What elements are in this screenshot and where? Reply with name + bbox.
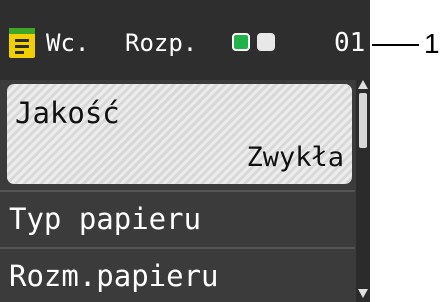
menu-item-value: Zwykła	[246, 142, 344, 173]
menu-item-label: Jakość	[15, 96, 120, 130]
copy-count: 01	[334, 28, 366, 58]
callout-number: 1	[424, 28, 440, 59]
status-bar: Wc. Rozp. 01	[0, 0, 370, 80]
scroll-down-arrow-icon[interactable]	[358, 289, 368, 298]
mode-label-enlarge: Rozp.	[125, 29, 198, 57]
scrollbar[interactable]	[356, 80, 370, 302]
menu-item-label: Typ papieru	[9, 202, 202, 236]
scroll-up-arrow-icon[interactable]	[358, 80, 368, 89]
green-square-icon	[232, 33, 250, 51]
lcd-screen: Wc. Rozp. 01 Jakość Zwykła Typ papieru R…	[0, 0, 370, 302]
white-square-icon	[257, 33, 275, 51]
menu-item-label: Rozm.papieru	[9, 259, 219, 293]
copy-document-icon	[9, 28, 35, 58]
callout-leader-line	[372, 44, 419, 46]
menu-item-paper-size[interactable]: Rozm.papieru	[0, 247, 355, 302]
menu-item-quality[interactable]: Jakość Zwykła	[7, 84, 352, 184]
menu-item-paper-type[interactable]: Typ papieru	[0, 190, 355, 247]
mode-label-copy: Wc.	[46, 29, 90, 57]
scroll-thumb[interactable]	[359, 93, 367, 148]
